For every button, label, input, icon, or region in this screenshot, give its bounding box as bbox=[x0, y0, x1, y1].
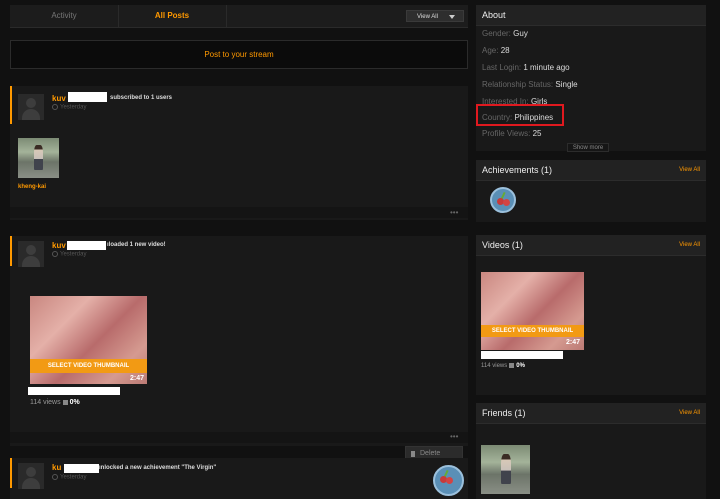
clock-icon bbox=[52, 104, 58, 110]
cherry-right bbox=[446, 477, 453, 484]
about-title: About bbox=[482, 10, 506, 20]
avatar[interactable] bbox=[18, 463, 44, 489]
tab-activity[interactable]: Activity bbox=[10, 5, 119, 27]
view-all-label: View All bbox=[417, 14, 438, 20]
achievements-view-all-link[interactable]: View All bbox=[679, 167, 700, 173]
video-rating: 0% bbox=[516, 363, 525, 370]
feed-item-achievement: ku ınlocked a new achievement "The Virgi… bbox=[10, 458, 468, 499]
videos-title: Videos (1) bbox=[482, 240, 523, 250]
videos-header: Videos (1) View All bbox=[476, 235, 706, 256]
achievements-header: Achievements (1) View All bbox=[476, 160, 706, 181]
video-views: 114 views bbox=[481, 363, 508, 370]
accent-bar bbox=[10, 86, 12, 124]
about-key: Profile Views: bbox=[482, 129, 531, 138]
achievements-panel: Achievements (1) View All bbox=[476, 160, 706, 222]
video-duration: 2:47 bbox=[566, 339, 581, 346]
subscription-name-link[interactable]: kheng-kai bbox=[18, 184, 46, 190]
video-thumbnail[interactable]: SELECT VIDEO THUMBNAIL bbox=[30, 296, 147, 384]
feed-item-subscription: kuv subscribed to 1 users Yesterday khen… bbox=[10, 86, 468, 220]
card-footer bbox=[10, 432, 468, 443]
videos-panel: Videos (1) View All SELECT VIDEO THUMBNAI… bbox=[476, 235, 706, 395]
video-views: 114 views bbox=[30, 399, 61, 406]
timestamp: Yesterday bbox=[52, 251, 86, 258]
avatar[interactable] bbox=[18, 241, 44, 267]
select-thumbnail-label[interactable]: SELECT VIDEO THUMBNAIL bbox=[30, 359, 147, 373]
about-header: About bbox=[476, 5, 706, 26]
friends-header: Friends (1) View All bbox=[476, 403, 706, 424]
person-figure bbox=[34, 145, 44, 170]
thumbs-up-icon bbox=[509, 363, 515, 368]
redaction bbox=[67, 241, 106, 250]
timestamp: Yesterday bbox=[52, 104, 86, 111]
activity-text: ınlocked a new achievement "The Virgin" bbox=[99, 465, 217, 471]
post-to-stream-button[interactable]: Post to your stream bbox=[10, 40, 468, 69]
friend-thumbnail[interactable] bbox=[481, 445, 530, 494]
timestamp-text: Yesterday bbox=[60, 251, 87, 258]
friends-view-all-link[interactable]: View All bbox=[679, 410, 700, 416]
redaction bbox=[64, 464, 99, 473]
about-row-relationship: Relationship Status: Single bbox=[482, 80, 578, 89]
video-duration: 2:47 bbox=[130, 375, 145, 382]
timestamp-text: Yesterday bbox=[60, 104, 87, 111]
avatar[interactable] bbox=[18, 94, 44, 120]
about-row-gender: Gender: Guy bbox=[482, 29, 528, 38]
view-all-dropdown[interactable]: View All bbox=[406, 10, 464, 22]
person-figure bbox=[500, 453, 512, 485]
activity-text: subscribed to 1 users bbox=[110, 95, 173, 101]
accent-bar bbox=[10, 458, 12, 488]
username-link[interactable]: kuv bbox=[52, 241, 66, 250]
username-link[interactable]: kuv bbox=[52, 94, 66, 103]
timestamp-text: Yesterday bbox=[60, 474, 87, 481]
trash-icon bbox=[411, 451, 415, 457]
more-options-icon[interactable]: ••• bbox=[450, 208, 458, 217]
about-value: Single bbox=[555, 80, 578, 89]
more-options-icon[interactable]: ••• bbox=[450, 432, 458, 441]
chevron-down-icon bbox=[449, 15, 455, 19]
achievements-title: Achievements (1) bbox=[482, 165, 553, 175]
username-link[interactable]: ku bbox=[52, 463, 61, 472]
cherry-badge-icon[interactable] bbox=[433, 465, 464, 496]
about-row-profile-views: Profile Views: 25 bbox=[482, 129, 541, 138]
video-rating: 0% bbox=[69, 399, 80, 406]
feed-item-video-upload: kuv ıloaded 1 new video! Yesterday SELEC… bbox=[10, 236, 468, 446]
friends-panel: Friends (1) View All bbox=[476, 403, 706, 499]
about-key: Relationship Status: bbox=[482, 80, 554, 89]
videos-view-all-link[interactable]: View All bbox=[679, 242, 700, 248]
clock-icon bbox=[52, 474, 58, 480]
redaction bbox=[481, 351, 563, 359]
show-more-button[interactable]: Show more bbox=[567, 143, 609, 152]
about-row-age: Age: 28 bbox=[482, 46, 510, 55]
about-row-last-login: Last Login: 1 minute ago bbox=[482, 63, 570, 72]
card-footer bbox=[10, 207, 468, 218]
redaction bbox=[68, 92, 107, 102]
video-stats: 114 views 0% bbox=[481, 363, 525, 369]
accent-bar bbox=[10, 236, 12, 266]
video-stats: 114 views 0% bbox=[30, 399, 80, 406]
country-highlight-box bbox=[476, 104, 564, 126]
cherry-right bbox=[503, 199, 510, 206]
about-panel: About Gender: Guy Age: 28 Last Login: 1 … bbox=[476, 5, 706, 151]
subscription-thumbnail[interactable] bbox=[18, 138, 59, 178]
about-value: Guy bbox=[513, 29, 528, 38]
thumbs-up-icon bbox=[62, 399, 68, 405]
select-thumbnail-label[interactable]: SELECT VIDEO THUMBNAIL bbox=[481, 325, 584, 337]
activity-text: ıloaded 1 new video! bbox=[107, 242, 166, 248]
about-key: Gender: bbox=[482, 29, 511, 38]
about-key: Last Login: bbox=[482, 63, 522, 72]
clock-icon bbox=[52, 251, 58, 257]
about-value: 25 bbox=[532, 129, 542, 138]
about-key: Age: bbox=[482, 46, 499, 55]
activity-tabs: Activity All Posts View All bbox=[10, 5, 468, 28]
friends-title: Friends (1) bbox=[482, 408, 526, 418]
tab-all-posts[interactable]: All Posts bbox=[118, 5, 227, 27]
about-value: 1 minute ago bbox=[523, 63, 570, 72]
cherry-badge-icon[interactable] bbox=[490, 187, 516, 213]
about-value: 28 bbox=[500, 46, 510, 55]
timestamp: Yesterday bbox=[52, 474, 86, 481]
redaction bbox=[28, 387, 120, 395]
